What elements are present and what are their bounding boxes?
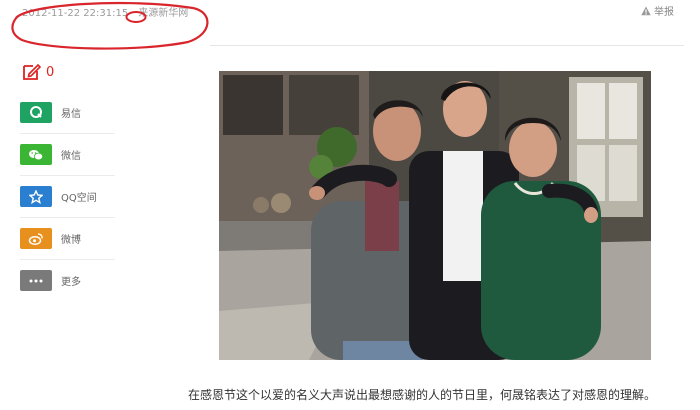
share-label-more: 更多 <box>61 277 81 288</box>
yixin-icon <box>20 101 52 123</box>
comment-count-value: 0 <box>46 64 55 80</box>
report-link[interactable]: 举报 <box>641 3 674 18</box>
photo-caption: 在感恩节这个以爱的名义大声说出最想感谢的人的节日里，何晟铭表达了对感恩的理解。 <box>188 388 657 402</box>
share-label-qzone: QQ空间 <box>61 193 97 204</box>
publish-datetime: 2012-11-22 22:31:15 <box>22 8 129 19</box>
share-item-wechat[interactable]: 微信 <box>20 133 115 175</box>
share-item-weibo[interactable]: 微博 <box>20 217 115 259</box>
wechat-icon <box>20 144 52 165</box>
source-name[interactable]: 新华网 <box>158 8 188 19</box>
edit-comment-icon <box>23 63 41 80</box>
share-label-weibo: 微博 <box>61 235 81 246</box>
qzone-icon <box>20 186 52 207</box>
share-label-wechat: 微信 <box>61 151 81 162</box>
report-label: 举报 <box>654 7 674 18</box>
header-divider <box>210 45 684 46</box>
article-page: 2012-11-22 22:31:15 来源新华网 举报 0 易信 微信 QQ空… <box>0 0 700 410</box>
share-list: 易信 微信 QQ空间 微博 更多 <box>20 91 115 301</box>
warning-icon <box>641 6 651 15</box>
article-photo <box>219 71 651 360</box>
weibo-icon <box>20 228 52 249</box>
share-label-yixin: 易信 <box>61 108 81 120</box>
comment-count[interactable]: 0 <box>21 62 54 82</box>
share-item-more[interactable]: 更多 <box>20 259 115 301</box>
share-item-qzone[interactable]: QQ空间 <box>20 175 115 217</box>
source-label: 来源 <box>138 8 159 19</box>
article-meta: 2012-11-22 22:31:15 来源新华网 <box>22 4 188 19</box>
share-item-yixin[interactable]: 易信 <box>20 91 115 133</box>
more-icon <box>20 270 52 291</box>
